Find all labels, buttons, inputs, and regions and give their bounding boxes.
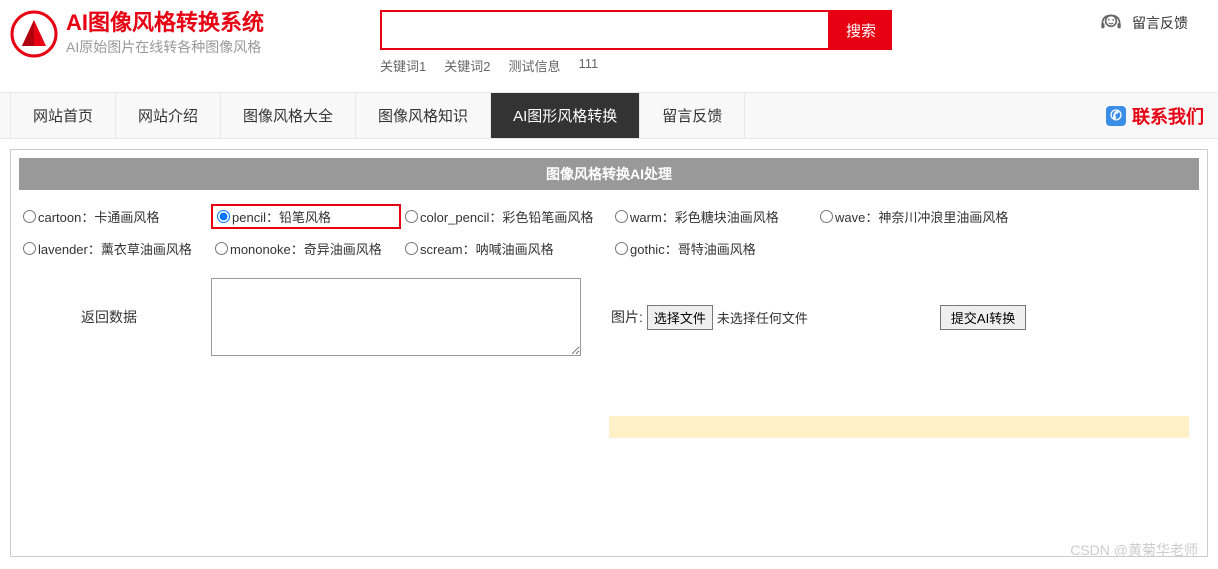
radio-lavender[interactable] [23, 242, 36, 255]
radio-color-pencil[interactable] [405, 210, 418, 223]
logo-icon [10, 10, 58, 58]
nav-knowledge[interactable]: 图像风格知识 [356, 93, 491, 138]
keyword-link[interactable]: 111 [578, 56, 598, 75]
nav-about[interactable]: 网站介绍 [116, 93, 221, 138]
keyword-link[interactable]: 测试信息 [508, 56, 560, 75]
style-option-pencil[interactable]: pencil：铅笔风格 [211, 204, 401, 229]
return-data-textarea[interactable] [211, 278, 581, 356]
style-option-wave[interactable]: wave：神奈川冲浪里油画风格 [816, 204, 1026, 229]
headset-icon [1098, 10, 1124, 36]
image-label: 图片: [611, 307, 643, 327]
feedback-link[interactable]: 留言反馈 [1098, 10, 1208, 36]
site-subtitle: AI原始图片在线转各种图像风格 [66, 38, 264, 58]
radio-wave[interactable] [820, 210, 833, 223]
style-option-warm[interactable]: warm：彩色糖块油画风格 [611, 204, 816, 229]
nav-styles[interactable]: 图像风格大全 [221, 93, 356, 138]
keyword-link[interactable]: 关键词2 [444, 56, 490, 75]
nav-convert[interactable]: AI图形风格转换 [491, 93, 640, 138]
result-bar [609, 416, 1189, 438]
radio-gothic[interactable] [615, 242, 628, 255]
phone-icon: ✆ [1106, 106, 1126, 126]
radio-warm[interactable] [615, 210, 628, 223]
style-option-scream[interactable]: scream：呐喊油画风格 [401, 237, 611, 260]
style-option-lavender[interactable]: lavender：薰衣草油画风格 [19, 237, 211, 260]
keyword-link[interactable]: 关键词1 [380, 56, 426, 75]
radio-scream[interactable] [405, 242, 418, 255]
radio-mononoke[interactable] [215, 242, 228, 255]
style-option-gothic[interactable]: gothic：哥特油画风格 [611, 237, 816, 260]
nav-home[interactable]: 网站首页 [10, 93, 116, 138]
submit-button[interactable]: 提交AI转换 [940, 305, 1026, 330]
radio-pencil[interactable] [217, 210, 230, 223]
return-data-label: 返回数据 [19, 307, 199, 327]
no-file-text: 未选择任何文件 [717, 308, 808, 327]
radio-cartoon[interactable] [23, 210, 36, 223]
watermark: CSDN @黄菊华老师 [1070, 540, 1198, 560]
search-button[interactable]: 搜索 [830, 10, 892, 50]
style-option-cartoon[interactable]: cartoon：卡通画风格 [19, 204, 211, 229]
logo-area: AI图像风格转换系统 AI原始图片在线转各种图像风格 [10, 10, 380, 58]
panel-title: 图像风格转换AI处理 [19, 158, 1199, 190]
nav-feedback[interactable]: 留言反馈 [640, 93, 745, 138]
contact-label: 联系我们 [1132, 103, 1204, 129]
choose-file-button[interactable]: 选择文件 [647, 305, 713, 330]
contact-us-link[interactable]: ✆ 联系我们 [1106, 103, 1218, 129]
style-option-mononoke[interactable]: mononoke：奇异油画风格 [211, 237, 401, 260]
site-title: AI图像风格转换系统 [66, 10, 264, 36]
search-input[interactable] [380, 10, 830, 50]
feedback-label: 留言反馈 [1132, 13, 1188, 33]
style-option-color-pencil[interactable]: color_pencil：彩色铅笔画风格 [401, 204, 611, 229]
